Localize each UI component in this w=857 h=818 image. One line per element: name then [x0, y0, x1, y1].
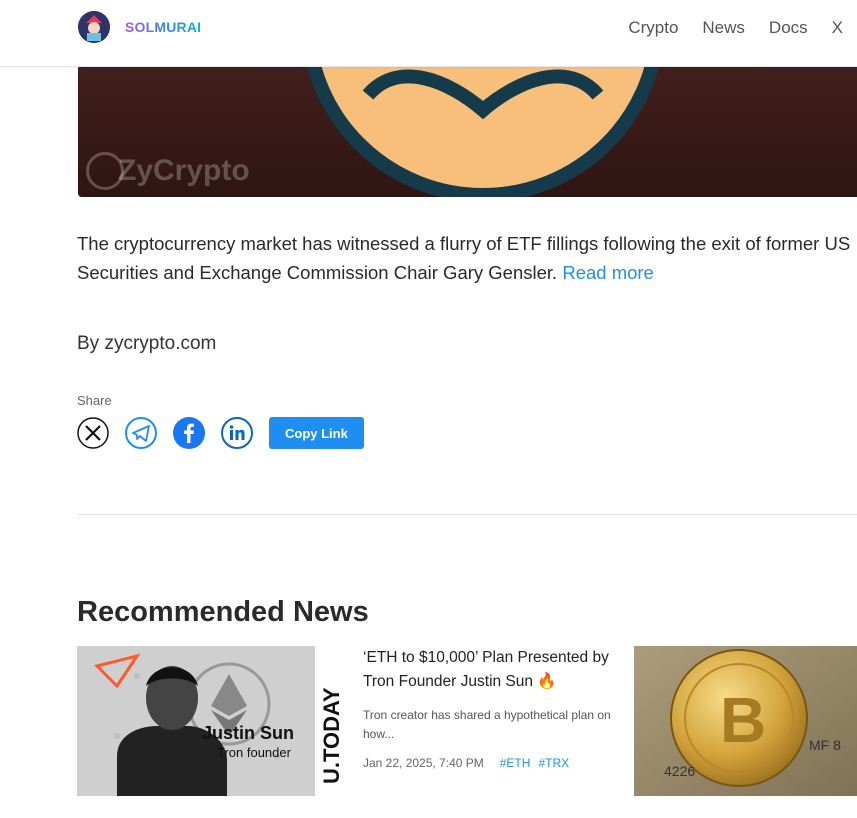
image-name-text: Justin Sun: [202, 723, 294, 743]
linkedin-icon[interactable]: [221, 417, 253, 449]
article-summary: The cryptocurrency market has witnessed …: [77, 229, 852, 287]
facebook-icon[interactable]: [173, 417, 205, 449]
read-more-link[interactable]: Read more: [562, 262, 654, 283]
article-byline: By zycrypto.com: [77, 333, 217, 354]
telegram-icon[interactable]: [125, 417, 157, 449]
news-card-date: Jan 22, 2025, 7:40 PM: [363, 756, 484, 770]
nav-x[interactable]: X: [832, 18, 843, 38]
fire-icon: 🔥: [537, 673, 557, 690]
nav-docs[interactable]: Docs: [769, 18, 808, 38]
recommended-title: Recommended News: [77, 596, 369, 628]
svg-text:4226: 4226: [664, 763, 695, 779]
headline-text: ‘ETH to $10,000’ Plan Presented by Tron …: [363, 649, 609, 690]
copy-link-button[interactable]: Copy Link: [269, 417, 364, 449]
image-side-text: U.TODAY: [319, 687, 343, 784]
summary-text: The cryptocurrency market has witnessed …: [77, 233, 851, 283]
news-card-image[interactable]: Justin Sun Tron founder U.TODAY: [77, 646, 343, 796]
logo-link[interactable]: SOLMURAI: [78, 11, 201, 43]
news-card-meta: Jan 22, 2025, 7:40 PM #ETH #TRX: [363, 756, 613, 770]
main-nav: Crypto News Docs X: [628, 18, 843, 38]
share-label: Share: [77, 393, 112, 408]
bitcoin-coin-image[interactable]: B MF 8 4226: [634, 646, 857, 796]
tag-trx[interactable]: #TRX: [538, 756, 569, 770]
tag-eth[interactable]: #ETH: [500, 756, 531, 770]
hero-watermark: ZyCrypto: [118, 154, 250, 187]
svg-text:MF 8: MF 8: [809, 737, 841, 753]
svg-text:B: B: [720, 684, 766, 756]
samurai-logo-icon: [78, 11, 110, 43]
section-divider: [77, 514, 857, 515]
site-header: SOLMURAI Crypto News Docs X: [0, 0, 857, 67]
news-card-headline[interactable]: ‘ETH to $10,000’ Plan Presented by Tron …: [363, 646, 613, 694]
hero-watermark-icon: [86, 152, 124, 190]
news-card: ‘ETH to $10,000’ Plan Presented by Tron …: [363, 646, 613, 770]
news-card-description: Tron creator has shared a hypothetical p…: [363, 708, 611, 741]
nav-news[interactable]: News: [702, 18, 745, 38]
nav-crypto[interactable]: Crypto: [628, 18, 678, 38]
brand-name: SOLMURAI: [125, 19, 202, 35]
share-buttons: Copy Link: [77, 417, 364, 449]
image-caption-text: Tron founder: [217, 745, 292, 760]
x-icon[interactable]: [77, 417, 109, 449]
